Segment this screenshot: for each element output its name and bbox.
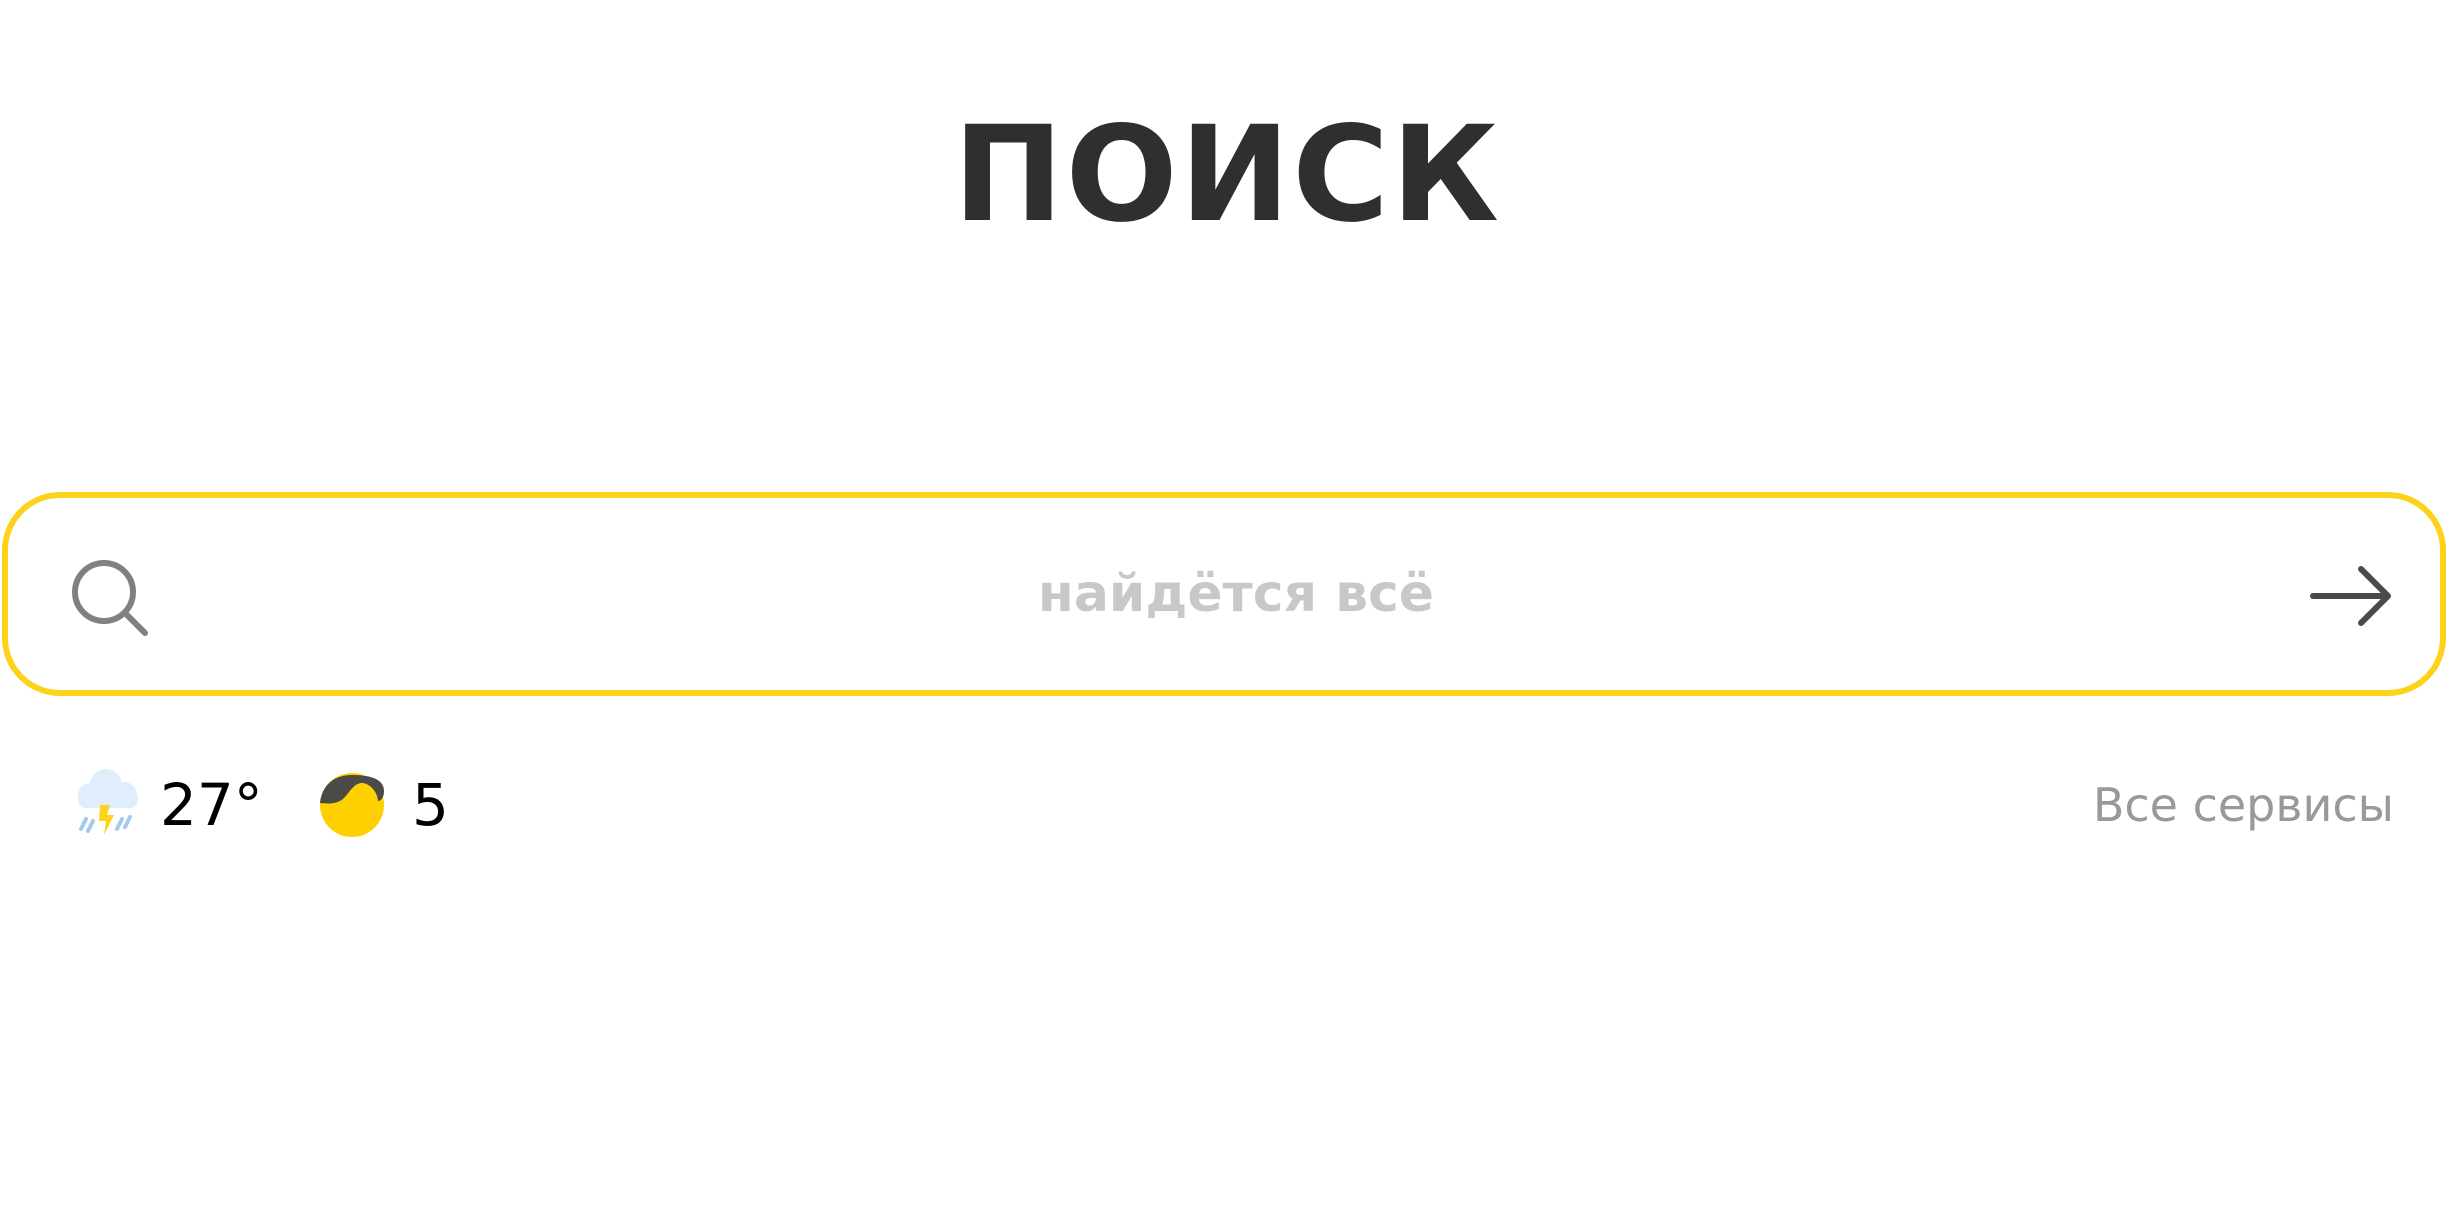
weather-widget[interactable]: 27° xyxy=(70,760,263,850)
arrow-right-icon xyxy=(2305,561,2395,635)
traffic-widget[interactable]: 5 xyxy=(318,760,449,850)
search-input[interactable] xyxy=(188,538,2284,650)
logo[interactable]: ПОИСК xyxy=(0,90,2454,260)
search-submit-button[interactable] xyxy=(2300,548,2400,648)
thunderstorm-icon xyxy=(70,763,146,847)
page: ПОИСК найдётся всё 27° 5 Все сервисы xyxy=(0,0,2454,1215)
traffic-score: 5 xyxy=(412,771,449,839)
traffic-level-icon xyxy=(318,771,386,839)
search-icon xyxy=(70,558,150,638)
search-box[interactable] xyxy=(2,492,2446,696)
all-services-link[interactable]: Все сервисы xyxy=(2093,760,2394,850)
weather-temperature: 27° xyxy=(160,771,263,839)
info-row: 27° 5 Все сервисы xyxy=(0,760,2454,850)
